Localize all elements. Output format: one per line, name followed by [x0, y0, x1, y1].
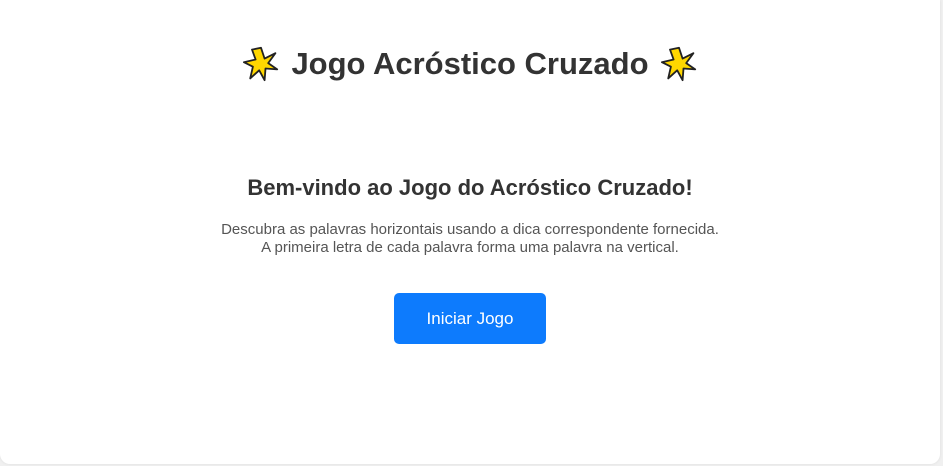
- welcome-heading: Bem-vindo ao Jogo do Acróstico Cruzado!: [247, 175, 693, 200]
- title-text: Jogo Acróstico Cruzado: [291, 46, 649, 81]
- page-title: Jogo Acróstico Cruzado: [0, 42, 940, 86]
- instructions-text: Descubra as palavras horizontais usando …: [0, 221, 940, 257]
- instructions-line-1: Descubra as palavras horizontais usando …: [221, 221, 719, 238]
- instructions-line-2: A primeira letra de cada palavra forma u…: [261, 239, 679, 256]
- star-icon: [243, 46, 279, 82]
- star-icon: [660, 46, 696, 82]
- start-game-button[interactable]: Iniciar Jogo: [394, 293, 546, 344]
- game-card: Jogo Acróstico Cruzado Bem-vindo ao Jogo…: [0, 0, 940, 464]
